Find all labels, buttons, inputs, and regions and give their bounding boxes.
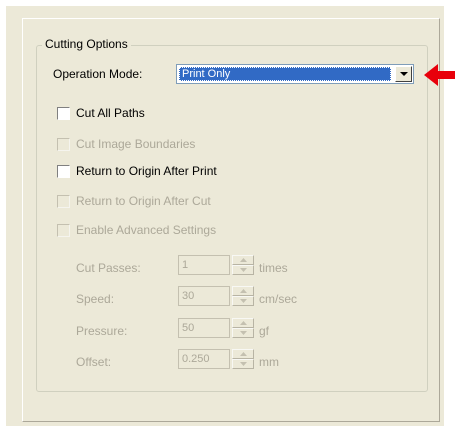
operation-mode-label: Operation Mode:: [53, 67, 143, 81]
spin-up-button[interactable]: [232, 286, 254, 296]
spin-up-button[interactable]: [232, 255, 254, 265]
operation-mode-value: Print Only: [179, 67, 391, 81]
offset-label: Offset:: [76, 355, 112, 369]
pressure-input[interactable]: 50: [178, 318, 230, 338]
cut-passes-spinner[interactable]: [232, 255, 254, 275]
spin-down-button[interactable]: [232, 265, 254, 275]
offset-spinner[interactable]: [232, 349, 254, 369]
spin-up-button[interactable]: [232, 318, 254, 328]
chevron-up-icon: [240, 289, 247, 293]
cut-passes-input[interactable]: 1: [178, 255, 230, 275]
cut-passes-unit: times: [259, 261, 288, 275]
operation-mode-select[interactable]: Print Only: [176, 64, 414, 84]
chevron-up-icon: [240, 321, 247, 325]
speed-spinner[interactable]: [232, 286, 254, 306]
chevron-down-icon: [240, 331, 247, 335]
arrow-left-icon: [424, 64, 455, 86]
dropdown-button[interactable]: [395, 66, 412, 82]
cut-image-boundaries-label[interactable]: Cut Image Boundaries: [76, 137, 195, 151]
enable-advanced-settings-checkbox[interactable]: [57, 224, 70, 237]
enable-advanced-settings-label[interactable]: Enable Advanced Settings: [76, 223, 216, 237]
spin-down-button[interactable]: [232, 328, 254, 338]
cut-all-paths-label[interactable]: Cut All Paths: [76, 106, 145, 120]
return-origin-after-print-checkbox[interactable]: [57, 165, 70, 178]
pressure-unit: gf: [259, 324, 270, 338]
cut-passes-label: Cut Passes:: [76, 261, 141, 275]
spin-down-button[interactable]: [232, 359, 254, 369]
spin-up-button[interactable]: [232, 349, 254, 359]
chevron-down-icon: [240, 299, 247, 303]
cutting-options-group: [36, 45, 428, 392]
cut-image-boundaries-checkbox[interactable]: [57, 138, 70, 151]
chevron-down-icon: [400, 72, 408, 76]
pressure-spinner[interactable]: [232, 318, 254, 338]
chevron-up-icon: [240, 258, 247, 262]
chevron-down-icon: [240, 362, 247, 366]
offset-unit: mm: [259, 355, 279, 369]
pressure-label: Pressure:: [76, 324, 128, 338]
offset-input[interactable]: 0.250: [178, 349, 230, 369]
spin-down-button[interactable]: [232, 296, 254, 306]
return-origin-after-print-label[interactable]: Return to Origin After Print: [76, 164, 217, 178]
chevron-up-icon: [240, 352, 247, 356]
return-origin-after-cut-label[interactable]: Return to Origin After Cut: [76, 194, 211, 208]
speed-input[interactable]: 30: [178, 286, 230, 306]
return-origin-after-cut-checkbox[interactable]: [57, 195, 70, 208]
group-title: Cutting Options: [42, 37, 131, 51]
speed-label: Speed:: [76, 292, 115, 306]
speed-unit: cm/sec: [259, 292, 298, 306]
cut-all-paths-checkbox[interactable]: [57, 107, 70, 120]
chevron-down-icon: [240, 268, 247, 272]
